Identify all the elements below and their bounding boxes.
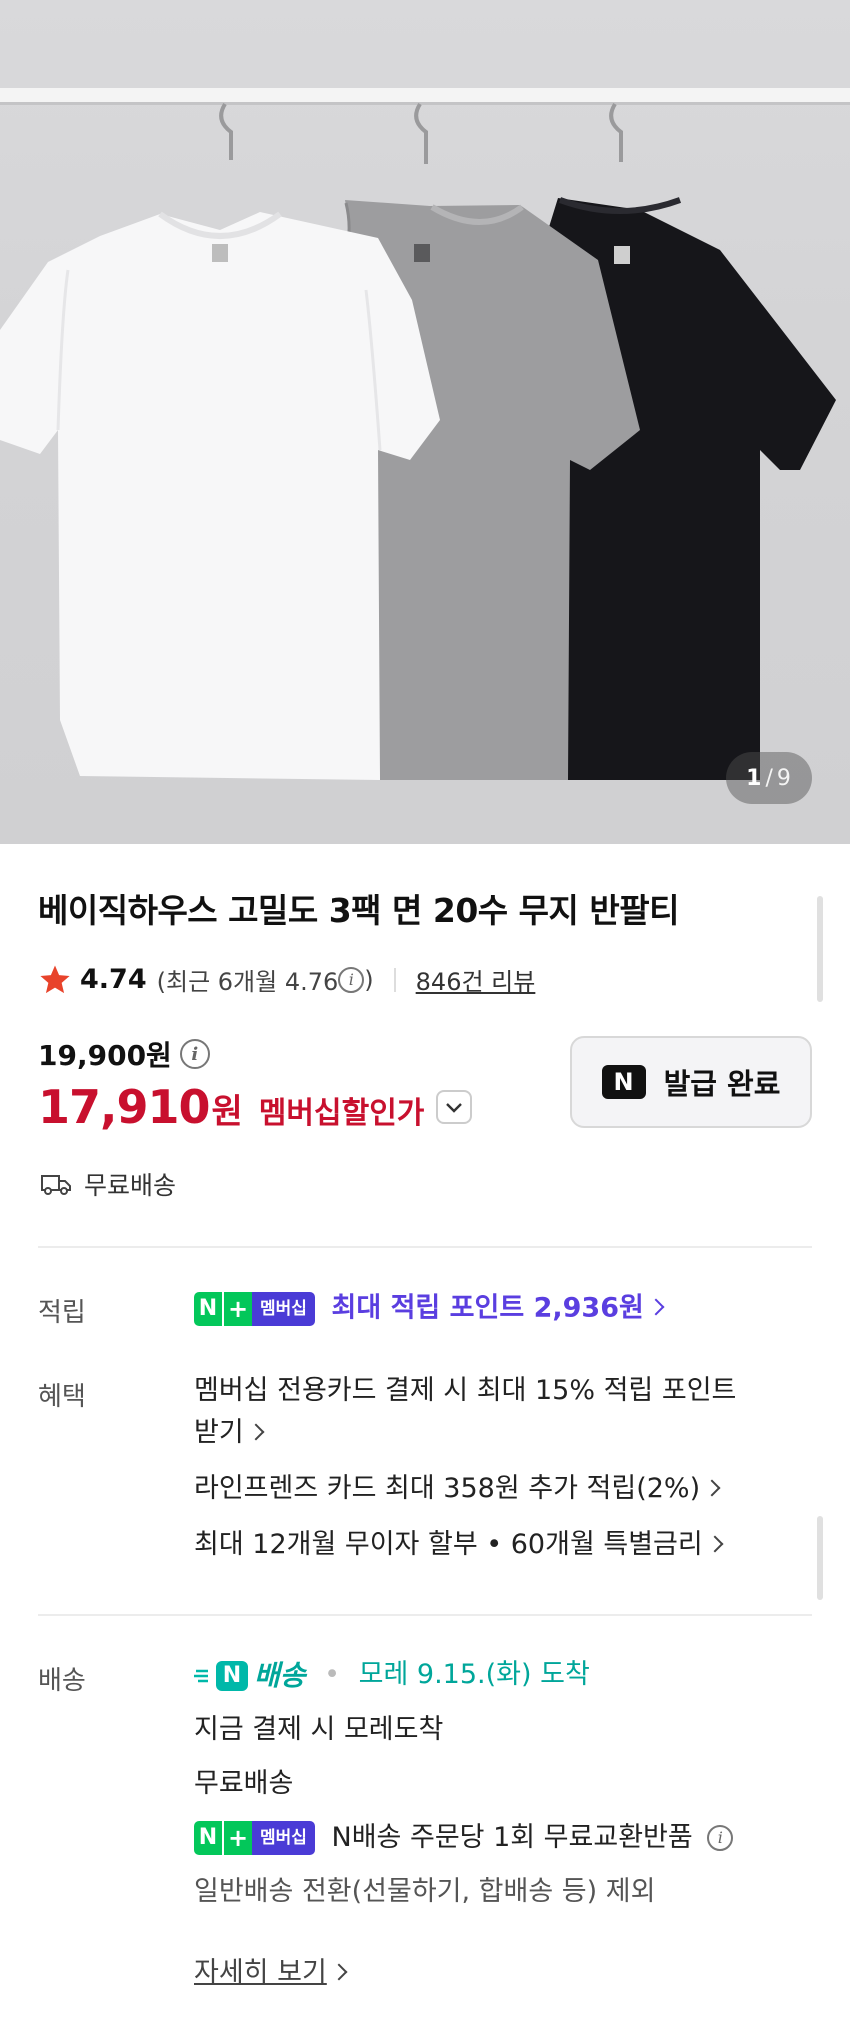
- rating-row: 4.74 (최근 6개월 4.76 i ) 846건 리뷰: [38, 962, 535, 997]
- divider: [38, 1246, 812, 1248]
- benefit-list: 멤버십 전용카드 결제 시 최대 15% 적립 포인트 받기 라인프렌즈 카드 …: [194, 1370, 804, 1566]
- max-points-link[interactable]: 최대 적립 포인트 2,936원: [332, 1293, 644, 1324]
- chevron-right-icon: [706, 1535, 724, 1552]
- product-photo: [0, 88, 850, 780]
- naver-n-icon: N: [601, 1065, 646, 1099]
- product-title: 베이직하우스 고밀도 3팩 면 20수 무지 반팔티: [38, 891, 679, 930]
- star-icon: [40, 965, 70, 993]
- delivery-fee: 무료배송: [194, 1767, 294, 1799]
- badge-plus: +: [222, 1821, 252, 1855]
- n-delivery-badge: N 배송: [194, 1655, 306, 1697]
- free-shipping-label: 무료배송: [84, 1171, 177, 1200]
- badge-n: N: [194, 1291, 222, 1326]
- naver-plus-membership-badge: N + 멤버십: [194, 1821, 315, 1855]
- image-counter-total: 9: [776, 765, 792, 791]
- image-counter: 1 / 9: [726, 752, 812, 804]
- delivery-info: N 배송 • 모레 9.15.(화) 도착 지금 결제 시 모레도착 무료배송 …: [194, 1654, 814, 1913]
- benefit-card-points-text: 멤버십 전용카드 결제 시 최대 15% 적립 포인트: [194, 1375, 737, 1406]
- coupon-label: 발급 완료: [663, 1067, 781, 1101]
- separator-dot: •: [324, 1659, 341, 1690]
- delivery-arrival-line: N 배송 • 모레 9.15.(화) 도착: [194, 1654, 814, 1697]
- delivery-label: 배송: [38, 1666, 86, 1696]
- sale-currency: 원: [211, 1092, 243, 1132]
- scrollbar-thumb[interactable]: [817, 896, 823, 1002]
- recent-rating-close: ): [364, 965, 374, 994]
- view-details-text: 자세히 보기: [194, 1957, 327, 1988]
- truck-icon: [41, 1175, 71, 1195]
- badge-n: N: [194, 1821, 222, 1855]
- original-price-value: 19,900원: [38, 1039, 172, 1072]
- chevron-right-icon: [647, 1298, 665, 1315]
- chevron-down-icon: [446, 1103, 463, 1113]
- speed-lines-icon: [194, 1669, 208, 1682]
- price-info-icon[interactable]: i: [179, 1039, 210, 1069]
- product-image-gallery[interactable]: 1 / 9: [0, 0, 850, 844]
- sale-price: 17,910: [38, 1080, 211, 1134]
- view-details-link[interactable]: 자세히 보기: [194, 1950, 348, 1989]
- n-delivery-text: 배송: [254, 1658, 306, 1692]
- image-counter-separator: /: [765, 765, 774, 791]
- naver-plus-membership-badge: N + 멤버십: [194, 1291, 315, 1326]
- benefit-label: 혜택: [38, 1382, 86, 1412]
- info-icon[interactable]: i: [707, 1825, 734, 1851]
- membership-price-label: 멤버십할인가: [258, 1096, 425, 1131]
- divider: [393, 967, 396, 992]
- divider: [38, 1614, 812, 1616]
- free-return-line: N + 멤버십 N배송 주문당 1회 무료교환반품 i: [194, 1817, 814, 1859]
- benefit-installment[interactable]: 최대 12개월 무이자 할부 • 60개월 특별금리: [194, 1524, 804, 1566]
- image-counter-current: 1: [746, 765, 763, 791]
- chevron-right-icon: [247, 1423, 265, 1440]
- info-icon[interactable]: i: [338, 966, 365, 993]
- sale-price-row: 17,910 원 멤버십할인가: [38, 1080, 473, 1134]
- benefit-card-points-text-2: 받기: [194, 1417, 244, 1448]
- n-delivery-icon: N: [216, 1660, 248, 1691]
- delivery-exclusion: 일반배송 전환(선물하기, 합배송 등) 제외: [194, 1875, 656, 1907]
- arrival-date: 모레 9.15.(화) 도착: [358, 1659, 590, 1690]
- coupon-issued-button[interactable]: N 발급 완료: [570, 1036, 812, 1128]
- benefit-installment-text: 최대 12개월 무이자 할부 • 60개월 특별금리: [194, 1529, 703, 1560]
- points-label: 적립: [38, 1298, 86, 1328]
- chevron-right-icon: [330, 1963, 348, 1980]
- recent-rating: (최근 6개월 4.76: [156, 968, 339, 996]
- free-return-text: N배송 주문당 1회 무료교환반품: [331, 1821, 693, 1853]
- badge-plus: +: [222, 1291, 252, 1326]
- rating-value: 4.74: [80, 964, 147, 995]
- benefit-card-points[interactable]: 멤버십 전용카드 결제 시 최대 15% 적립 포인트 받기: [194, 1370, 804, 1454]
- free-shipping: 무료배송: [40, 1166, 176, 1202]
- scrollbar-thumb[interactable]: [817, 1516, 823, 1600]
- badge-membership: 멤버십: [252, 1291, 315, 1326]
- benefit-linefriends-card[interactable]: 라인프렌즈 카드 최대 358원 추가 적립(2%): [194, 1468, 804, 1510]
- chevron-right-icon: [703, 1479, 721, 1496]
- badge-membership: 멤버십: [252, 1821, 315, 1855]
- benefit-linefriends-text: 라인프렌즈 카드 최대 358원 추가 적립(2%): [194, 1473, 701, 1504]
- arrival-condition: 지금 결제 시 모레도착: [194, 1713, 444, 1745]
- points-row[interactable]: N + 멤버십 최대 적립 포인트 2,936원: [194, 1287, 665, 1330]
- price-detail-dropdown[interactable]: [436, 1090, 473, 1124]
- original-price: 19,900원 i: [38, 1034, 210, 1074]
- review-count-link[interactable]: 846건 리뷰: [416, 962, 536, 997]
